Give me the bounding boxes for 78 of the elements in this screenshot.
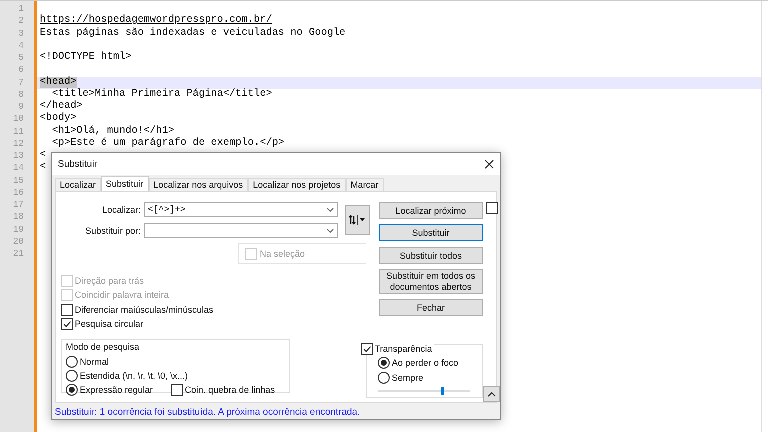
- radio-button[interactable]: [66, 356, 78, 368]
- checkbox-label: Coin. quebra de linhas: [185, 385, 276, 395]
- line-number: 2: [18, 15, 25, 28]
- swap-arrows-icon: [349, 215, 366, 225]
- checkbox-label: Pesquisa circular: [75, 319, 144, 329]
- field-label: Localizar:: [101, 204, 141, 214]
- swap-direction-button[interactable]: [345, 205, 370, 235]
- action-button[interactable]: Localizar próximo: [379, 202, 483, 219]
- line-number: 4: [18, 40, 25, 52]
- collapse-button[interactable]: [483, 386, 500, 402]
- tab[interactable]: Localizar nos arquivos: [148, 178, 248, 191]
- tab[interactable]: Marcar: [346, 178, 384, 191]
- chevron-up-icon: [488, 392, 496, 396]
- action-button[interactable]: Substituir: [379, 224, 483, 241]
- line-number: 19: [12, 224, 25, 236]
- line-number: 6: [18, 64, 25, 76]
- line-number: 5: [18, 52, 25, 64]
- line-number: 12: [12, 138, 25, 150]
- line-number: 8: [18, 88, 25, 101]
- checkbox[interactable]: [486, 202, 498, 214]
- action-button[interactable]: Fechar: [379, 299, 483, 316]
- tab[interactable]: Substituir: [101, 176, 149, 191]
- line-number: 16: [12, 186, 25, 199]
- line-number: 11: [12, 126, 25, 138]
- line-number: 1: [18, 3, 25, 16]
- dropdown-caret-icon[interactable]: [327, 208, 334, 212]
- group-title: Modo de pesquisa: [66, 342, 141, 352]
- status-message: Substituir: 1 ocorrência foi substituída. A próxima ocorrência encontrada.: [54, 406, 362, 420]
- line-number: 18: [12, 211, 25, 224]
- code-line: <h1>Olá, mundo!</h1>: [51, 126, 174, 136]
- radio-button[interactable]: [66, 370, 78, 382]
- checkbox[interactable]: [361, 343, 373, 355]
- action-button[interactable]: Substituir em todos os documentos abertos: [379, 269, 483, 294]
- line-number: 10: [12, 113, 25, 126]
- checkbox-label: Direção para trás: [75, 276, 144, 286]
- dropdown-caret-icon[interactable]: [327, 228, 334, 232]
- line-number: 13: [12, 150, 25, 162]
- field-label: Substituir por:: [84, 226, 141, 236]
- code-link[interactable]: https://hospedagemwordpresspro.com.br/: [40, 15, 272, 26]
- line-number: 3: [18, 28, 25, 40]
- line-number: 9: [18, 101, 25, 114]
- action-button[interactable]: Substituir todos: [379, 247, 483, 264]
- find-field[interactable]: <[^>]+>: [144, 202, 338, 217]
- radio-label: Sempre: [392, 372, 424, 382]
- code-line: <body>: [40, 113, 77, 124]
- close-icon[interactable]: [485, 160, 494, 168]
- radio-label: Ao perder o foco: [392, 358, 459, 368]
- line-number: 17: [12, 199, 25, 212]
- line-number: 21: [12, 248, 25, 260]
- checkbox-label: Na seleção: [260, 248, 306, 258]
- line-number: 14: [12, 162, 25, 174]
- radio-button[interactable]: [378, 372, 390, 384]
- replace-field[interactable]: [144, 223, 338, 238]
- line-number: 7: [18, 76, 25, 89]
- checkbox[interactable]: [61, 318, 73, 330]
- checkbox-label: Coincidir palavra inteira: [75, 290, 170, 300]
- code-line: </head>: [40, 101, 83, 112]
- code-line: <p>Este é um parágrafo de exemplo.</p>: [51, 138, 285, 149]
- radio-label: Expressão regular: [80, 385, 154, 395]
- checkbox-label: Transparência: [375, 344, 432, 354]
- checkbox[interactable]: [171, 384, 184, 396]
- code-line: <: [40, 150, 46, 161]
- slider-thumb[interactable]: [440, 387, 444, 395]
- tab[interactable]: Localizar nos projetos: [248, 178, 346, 191]
- radio-button[interactable]: [378, 356, 390, 368]
- dialog-title: Substituir: [58, 158, 98, 170]
- code-line: Estas páginas são indexadas e veiculadas no Google: [40, 28, 346, 38]
- code-line: <: [40, 162, 46, 174]
- line-number: 20: [12, 236, 25, 248]
- line-number: 15: [12, 174, 25, 187]
- code-line: <!DOCTYPE html>: [40, 52, 132, 63]
- radio-button[interactable]: [66, 384, 78, 396]
- code-line: <title>Minha Primeira Página</title>: [51, 88, 272, 100]
- tab[interactable]: Localizar: [55, 178, 102, 191]
- checkbox-label: Diferenciar maiúsculas/minúsculas: [75, 304, 214, 314]
- radio-label: Estendida (\n, \r, \t, \0, \x...): [80, 371, 188, 381]
- radio-label: Normal: [80, 357, 110, 367]
- checkbox[interactable]: [61, 304, 73, 316]
